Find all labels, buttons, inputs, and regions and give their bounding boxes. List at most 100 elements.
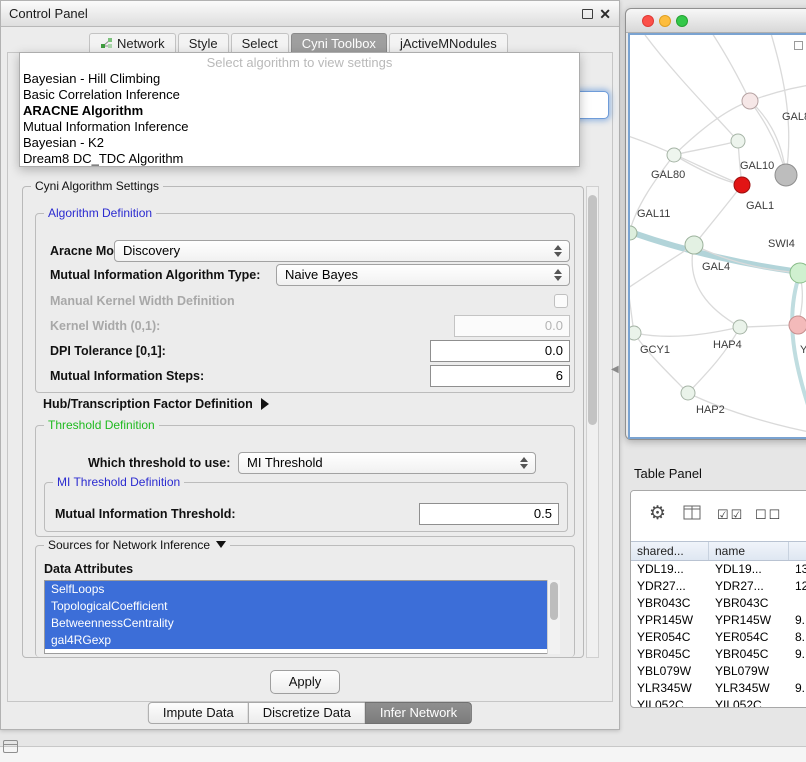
gear-icon[interactable]: ⚙ xyxy=(649,503,666,525)
minimized-panel-icon[interactable] xyxy=(3,740,18,753)
table-column-header[interactable]: shared... xyxy=(631,542,709,560)
table-cell[interactable]: 9. xyxy=(789,680,806,697)
network-edge[interactable] xyxy=(750,83,806,101)
tab-jactivemnodules[interactable]: jActiveMNodules xyxy=(389,33,508,52)
sources-title-toggle[interactable]: Sources for Network Inference xyxy=(44,538,230,553)
tab-style[interactable]: Style xyxy=(178,33,229,52)
network-edge[interactable] xyxy=(630,135,742,185)
network-edge[interactable] xyxy=(630,245,694,290)
table-cell[interactable]: YIL052C xyxy=(631,697,709,707)
table-cell[interactable]: YER054C xyxy=(631,629,709,646)
attribute-list-item[interactable]: TopologicalCoefficient xyxy=(45,598,559,615)
table-cell[interactable]: YLR345W xyxy=(631,680,709,697)
tab-impute-data[interactable]: Impute Data xyxy=(148,702,249,724)
mi-type-select[interactable]: Naive Bayes xyxy=(276,264,570,286)
dpi-tolerance-field[interactable]: 0.0 xyxy=(430,340,570,362)
network-node[interactable] xyxy=(667,148,681,162)
table-cell[interactable]: YBR043C xyxy=(709,595,789,612)
table-cell[interactable]: YIL052C xyxy=(709,697,789,707)
table-cell[interactable]: YBL079W xyxy=(709,663,789,680)
table-column-header[interactable]: name xyxy=(709,542,789,560)
apply-button[interactable]: Apply xyxy=(270,670,340,694)
table-cell[interactable]: YDL19... xyxy=(709,561,789,578)
manual-kernel-checkbox[interactable] xyxy=(554,294,568,308)
table-row[interactable]: YBR045CYBR045C9. xyxy=(631,646,806,663)
close-traffic-light[interactable] xyxy=(642,15,654,27)
table-cell[interactable]: YDR27... xyxy=(709,578,789,595)
kernel-width-field[interactable]: 0.0 xyxy=(454,315,570,337)
algorithm-option[interactable]: Dream8 DC_TDC Algorithm xyxy=(20,151,579,167)
algorithm-option[interactable]: Bayesian - K2 xyxy=(20,135,579,151)
network-node[interactable] xyxy=(734,177,750,193)
network-node[interactable] xyxy=(630,326,641,340)
table-row[interactable]: YBR043CYBR043C xyxy=(631,595,806,612)
scrollbar-thumb[interactable] xyxy=(550,582,558,620)
network-edge[interactable] xyxy=(634,327,740,336)
close-icon[interactable]: ✕ xyxy=(599,5,611,23)
network-node[interactable] xyxy=(681,386,695,400)
scrollbar-thumb[interactable] xyxy=(588,195,597,425)
network-node[interactable] xyxy=(685,236,703,254)
network-node[interactable] xyxy=(742,93,758,109)
network-node[interactable] xyxy=(630,226,637,240)
attribute-list-item[interactable]: gal4RGexp xyxy=(45,632,559,649)
table-row[interactable]: YDL19...YDL19...13 xyxy=(631,561,806,578)
tab-discretize-data[interactable]: Discretize Data xyxy=(248,702,366,724)
network-edge[interactable] xyxy=(645,35,738,141)
zoom-traffic-light[interactable] xyxy=(676,15,688,27)
network-node[interactable] xyxy=(789,316,806,334)
network-edge[interactable] xyxy=(674,141,738,155)
table-row[interactable]: YER054CYER054C8. xyxy=(631,629,806,646)
tab-network[interactable]: Network xyxy=(89,33,176,52)
table-cell[interactable]: YBR045C xyxy=(709,646,789,663)
network-edge[interactable] xyxy=(694,185,742,245)
table-cell[interactable]: YPR145W xyxy=(631,612,709,629)
table-cell[interactable] xyxy=(789,697,806,707)
network-canvas[interactable]: GAL8GAL80GAL10GAL11GAL1SWI4GAL4GCY1HAP4Y… xyxy=(628,33,806,439)
float-window-icon[interactable] xyxy=(582,9,593,19)
algorithm-option[interactable]: Bayesian - Hill Climbing xyxy=(20,71,579,87)
tab-select[interactable]: Select xyxy=(231,33,289,52)
table-cell[interactable]: YBR045C xyxy=(631,646,709,663)
table-cell[interactable]: YER054C xyxy=(709,629,789,646)
table-cell[interactable]: 12 xyxy=(789,578,806,595)
table-cell[interactable]: YBL079W xyxy=(631,663,709,680)
network-edge[interactable] xyxy=(634,333,688,393)
algorithm-option[interactable]: Mutual Information Inference xyxy=(20,119,579,135)
table-cell[interactable]: YBR043C xyxy=(631,595,709,612)
settings-scrollbar[interactable] xyxy=(586,186,599,658)
table-cell[interactable]: YLR345W xyxy=(709,680,789,697)
network-node[interactable] xyxy=(775,164,797,186)
mi-steps-field[interactable]: 6 xyxy=(430,365,570,387)
network-window-titlebar[interactable] xyxy=(626,9,806,33)
table-cell[interactable] xyxy=(789,663,806,680)
algorithm-option[interactable]: ARACNE Algorithm xyxy=(20,103,579,119)
attribute-list-item[interactable]: BetweennessCentrality xyxy=(45,615,559,632)
table-row[interactable]: YDR27...YDR27...12 xyxy=(631,578,806,595)
network-edge[interactable] xyxy=(630,270,634,333)
network-node[interactable] xyxy=(731,134,745,148)
aracne-mode-select[interactable]: Discovery xyxy=(114,240,570,262)
tab-infer-network[interactable]: Infer Network xyxy=(365,702,472,724)
network-node[interactable] xyxy=(733,320,747,334)
panel-collapse-arrow[interactable]: ◀ xyxy=(611,364,619,375)
table-cell[interactable]: 9. xyxy=(789,612,806,629)
control-panel-titlebar[interactable]: Control Panel ✕ xyxy=(1,1,619,27)
attribute-list-item[interactable]: SelfLoops xyxy=(45,581,559,598)
table-cell[interactable]: YDL19... xyxy=(631,561,709,578)
table-column-header[interactable] xyxy=(789,542,806,560)
hub-definition-toggle[interactable]: Hub/Transcription Factor Definition xyxy=(43,395,269,413)
table-row[interactable]: YIL052CYIL052C xyxy=(631,697,806,707)
table-cell[interactable]: YPR145W xyxy=(709,612,789,629)
tab-cyni-toolbox[interactable]: Cyni Toolbox xyxy=(291,33,387,52)
columns-icon[interactable] xyxy=(683,505,701,520)
select-all-checkboxes-icon[interactable]: ☑☑ xyxy=(717,507,744,523)
network-edge[interactable] xyxy=(688,327,740,393)
which-threshold-select[interactable]: MI Threshold xyxy=(238,452,536,474)
deselect-all-checkboxes-icon[interactable]: ☐☐ xyxy=(755,507,782,523)
minimize-traffic-light[interactable] xyxy=(659,15,671,27)
table-cell[interactable]: YDR27... xyxy=(631,578,709,595)
algorithm-option[interactable]: Basic Correlation Inference xyxy=(20,87,579,103)
table-row[interactable]: YPR145WYPR145W9. xyxy=(631,612,806,629)
overview-toggle-box[interactable] xyxy=(794,41,803,50)
